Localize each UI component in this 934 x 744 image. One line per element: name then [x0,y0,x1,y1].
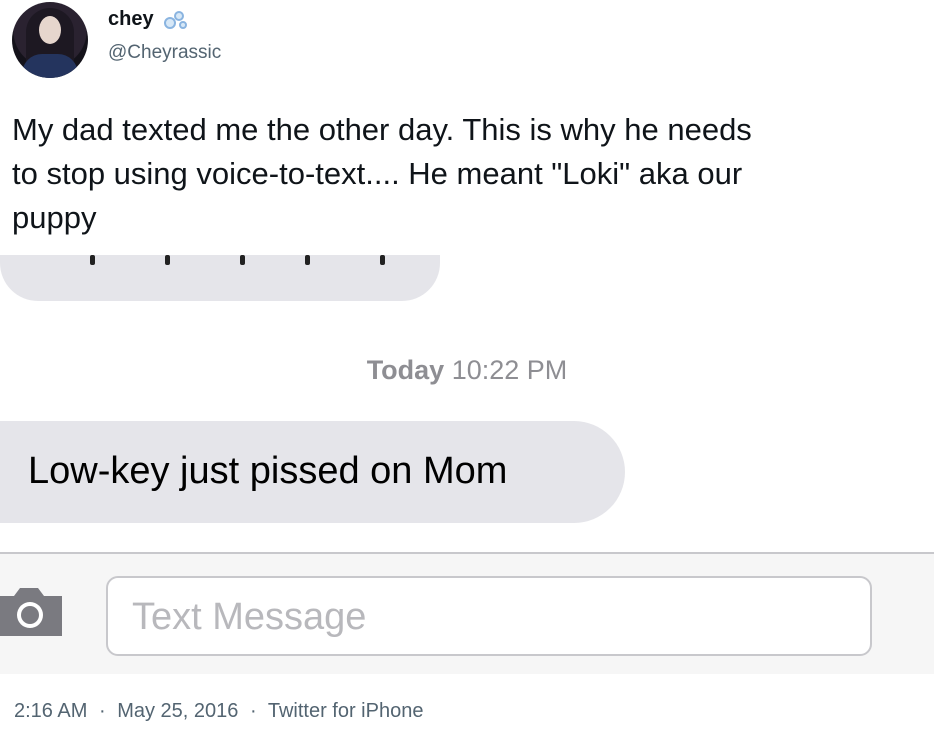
bubbles-icon [162,9,190,31]
tweet-text: My dad texted me the other day. This is … [12,108,922,240]
tweet-footer: 2:16 AM · May 25, 2016 · Twitter for iPh… [14,700,423,723]
message-input[interactable]: Text Message [106,576,872,656]
footer-separator: · [249,700,257,722]
tweet-time[interactable]: 2:16 AM [14,700,87,722]
message-text: Low-key just pissed on Mom [28,450,508,492]
timestamp-time: 10:22 PM [451,355,568,385]
message-input-placeholder: Text Message [132,596,367,638]
tweet-text-line: to stop using voice-to-text.... He meant… [12,156,743,191]
author-name[interactable]: chey [108,8,154,31]
camera-icon[interactable] [0,584,62,636]
sms-screenshot: Today 10:22 PM Low-key just pissed on Mo… [0,255,934,685]
tweet-source[interactable]: Twitter for iPhone [268,700,424,722]
avatar[interactable] [12,2,88,78]
author-name-row: chey [108,8,190,31]
tweet-date[interactable]: May 25, 2016 [117,700,238,722]
received-message-bubble[interactable]: Low-key just pissed on Mom [0,421,625,523]
tweet-header: chey @Cheyrassic [0,0,934,95]
tweet-text-line: My dad texted me the other day. This is … [12,112,752,147]
footer-separator: · [98,700,106,722]
tweet-text-line: puppy [12,200,97,235]
previous-message-bubble [0,255,440,301]
timestamp-day: Today [366,355,445,385]
compose-bar: Text Message [0,554,934,674]
author-handle[interactable]: @Cheyrassic [108,42,221,64]
message-timestamp: Today 10:22 PM [0,355,934,386]
